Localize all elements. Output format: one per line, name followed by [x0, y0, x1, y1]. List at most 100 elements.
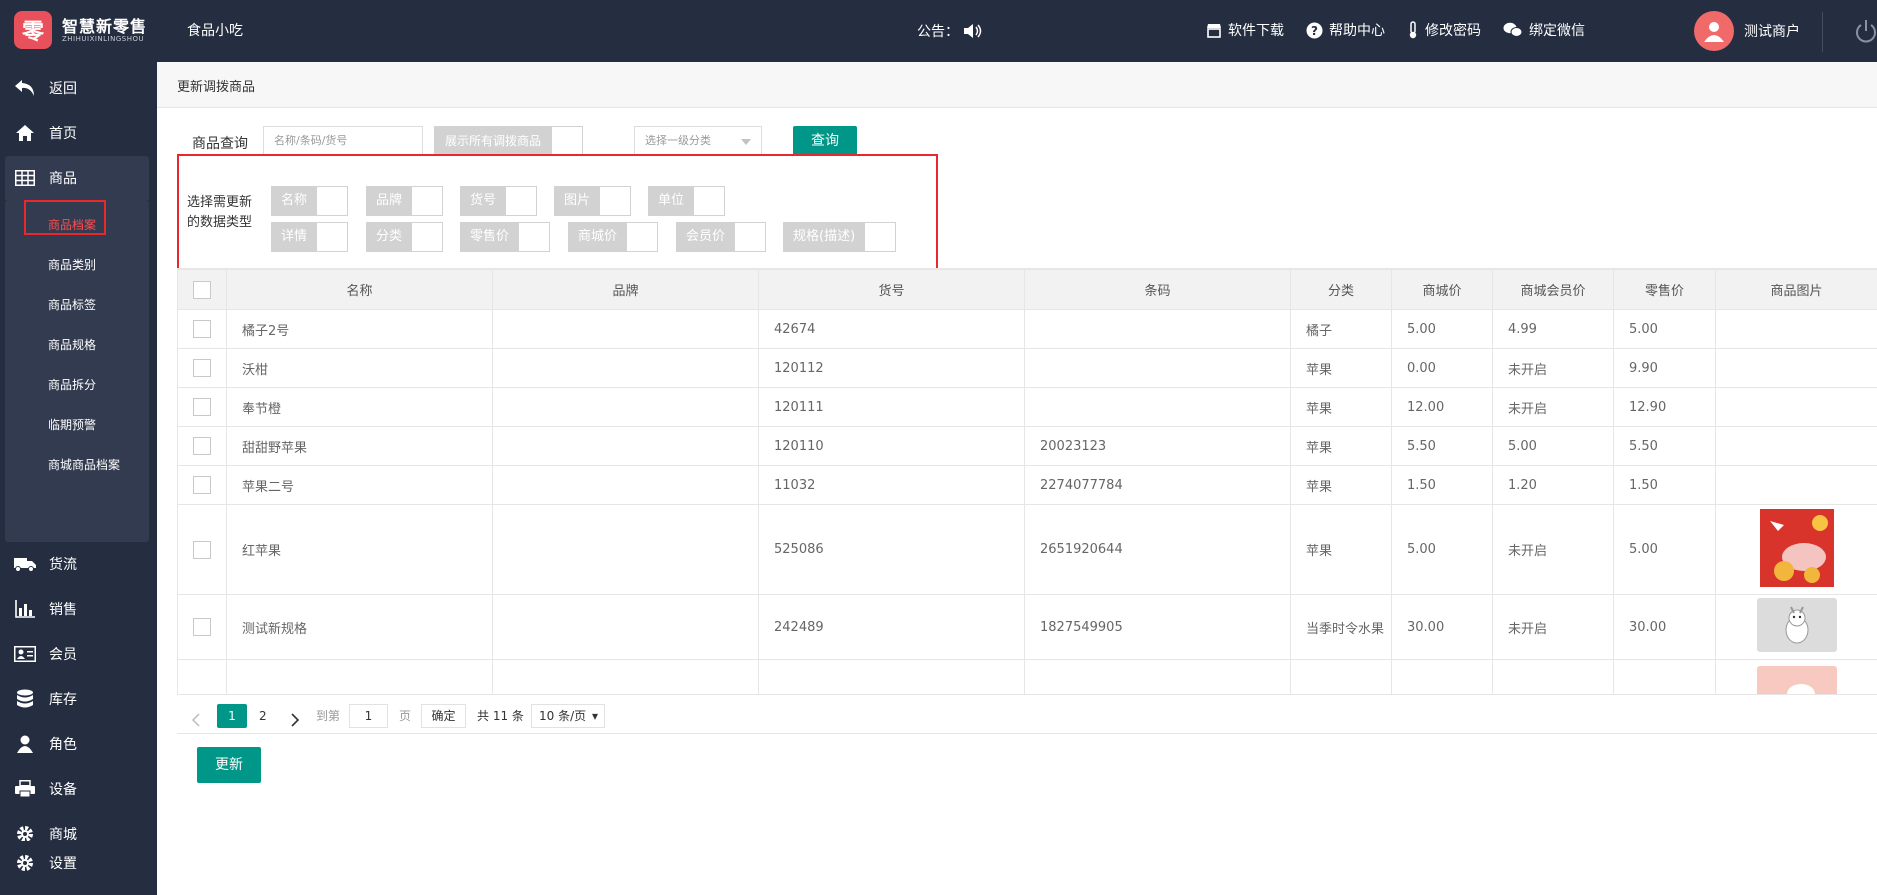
toggle-mall-price[interactable]: 商城价 — [568, 222, 659, 252]
toggle-spec[interactable]: 规格(描述) — [783, 222, 897, 252]
chevron-right-icon[interactable] — [290, 708, 300, 732]
top-link-change-password[interactable]: 修改密码 — [1407, 20, 1481, 40]
search-input[interactable]: 名称/条码/货号 — [263, 126, 423, 156]
row-checkbox-cell[interactable] — [177, 659, 227, 695]
cell-member-price: 未开启 — [1492, 348, 1614, 388]
divider — [1822, 12, 1823, 52]
sidebar-subitem-mall-archive[interactable]: 商城商品档案 — [5, 444, 149, 484]
row-checkbox[interactable] — [193, 320, 211, 338]
user-avatar[interactable] — [1694, 11, 1734, 51]
sidebar-item-inventory[interactable]: 库存 — [0, 677, 157, 721]
cell-image — [1715, 659, 1877, 695]
row-checkbox-cell[interactable] — [177, 426, 227, 466]
cell-name: 甜甜野苹果 — [226, 426, 493, 466]
cell-name: 苹果二号 — [226, 465, 493, 505]
toggle-sku[interactable]: 货号 — [460, 186, 538, 216]
sidebar-subitem-product-split[interactable]: 商品拆分 — [5, 364, 149, 404]
row-checkbox-cell[interactable] — [177, 348, 227, 388]
sidebar-subitem-product-tag[interactable]: 商品标签 — [5, 284, 149, 324]
row-checkbox-cell[interactable] — [177, 504, 227, 595]
row-checkbox-cell[interactable] — [177, 465, 227, 505]
update-button[interactable]: 更新 — [197, 747, 261, 783]
chevron-left-icon[interactable] — [191, 708, 201, 732]
column-header: 分类 — [1290, 269, 1392, 310]
show-all-toggle[interactable]: 展示所有调拨商品 — [434, 126, 584, 156]
row-checkbox-cell[interactable] — [177, 387, 227, 427]
top-link-help[interactable]: ? 帮助中心 — [1306, 20, 1385, 40]
row-checkbox[interactable] — [193, 540, 211, 559]
sidebar-subitem-expiry-warning[interactable]: 临期预警 — [5, 404, 149, 444]
product-thumbnail[interactable] — [1756, 598, 1837, 652]
page-title: 更新调拨商品 — [177, 80, 256, 95]
toggle-label: 会员价 — [676, 222, 736, 252]
goto-page-input[interactable]: 1 — [349, 704, 388, 728]
row-checkbox-cell[interactable] — [177, 594, 227, 660]
sidebar-item-home[interactable]: 首页 — [0, 111, 157, 155]
sidebar-item-settings[interactable]: 设置 — [0, 841, 157, 885]
row-checkbox-cell[interactable] — [177, 309, 227, 349]
row-checkbox[interactable] — [193, 437, 211, 455]
toggle-label: 零售价 — [460, 222, 520, 252]
page-current[interactable]: 1 — [217, 704, 247, 728]
search-button[interactable]: 查询 — [793, 126, 857, 156]
toggle-label: 名称 — [271, 186, 318, 216]
notice[interactable]: 公告： — [917, 21, 983, 41]
sidebar-subitem-product-spec[interactable]: 商品规格 — [5, 324, 149, 364]
sidebar-subitem-product-category[interactable]: 商品类别 — [5, 244, 149, 284]
sidebar-item-back[interactable]: 返回 — [0, 66, 157, 110]
top-link-download[interactable]: 软件下载 — [1206, 20, 1284, 40]
select-all-cell[interactable] — [177, 269, 227, 310]
row-checkbox[interactable] — [193, 618, 211, 636]
cell-barcode: 2651920644 — [1024, 504, 1291, 595]
cell-mall-price: 5.00 — [1391, 309, 1493, 349]
product-thumbnail[interactable] — [1756, 666, 1837, 695]
toggle-retail-price[interactable]: 零售价 — [460, 222, 551, 252]
table-row[interactable]: 奉节橙 120111 苹果 12.00 未开启 12.90 — [177, 387, 1877, 427]
toggle-brand[interactable]: 品牌 — [366, 186, 444, 216]
cell-name: 红苹果 — [226, 504, 493, 595]
sidebar-item-logistics[interactable]: 货流 — [0, 542, 157, 586]
page-2[interactable]: 2 — [259, 704, 267, 728]
sidebar-item-products[interactable]: 商品 — [5, 156, 149, 200]
cell-member-price: 4.99 — [1492, 309, 1614, 349]
table-row[interactable]: 沃柑 120112 苹果 0.00 未开启 9.90 — [177, 348, 1877, 388]
toggle-name[interactable]: 名称 — [271, 186, 349, 216]
sidebar-item-roles[interactable]: 角色 — [0, 722, 157, 766]
power-icon[interactable] — [1855, 18, 1877, 44]
cell-category: 苹果 — [1290, 348, 1392, 388]
sidebar-item-sales[interactable]: 销售 — [0, 587, 157, 631]
toggle-unit[interactable]: 单位 — [648, 186, 726, 216]
cell-retail-price: 5.00 — [1613, 504, 1716, 595]
top-link-bind-wechat[interactable]: 绑定微信 — [1503, 20, 1585, 40]
notice-label: 公告： — [917, 24, 959, 40]
page-size-select[interactable]: 10 条/页 ▾ — [531, 704, 605, 728]
cell-brand — [492, 387, 759, 427]
table-row[interactable]: 橘子2号 42674 橘子 5.00 4.99 5.00 — [177, 309, 1877, 349]
sidebar-item-devices[interactable]: 设备 — [0, 767, 157, 811]
product-thumbnail[interactable] — [1759, 508, 1834, 587]
sidebar-item-members[interactable]: 会员 — [0, 632, 157, 676]
cell-barcode: 20023123 — [1024, 426, 1291, 466]
row-checkbox[interactable] — [193, 476, 211, 494]
toggle-member-price[interactable]: 会员价 — [676, 222, 767, 252]
row-checkbox[interactable] — [193, 359, 211, 377]
settings-icon — [13, 852, 37, 874]
toggle-category[interactable]: 分类 — [366, 222, 444, 252]
cell-mall-price: 1.50 — [1391, 465, 1493, 505]
table-row[interactable]: 测试新规格 242489 1827549905 当季时令水果 30.00 未开启… — [177, 594, 1877, 660]
row-checkbox[interactable] — [193, 398, 211, 416]
table-row[interactable]: 甜甜野苹果 120110 20023123 苹果 5.50 5.00 5.50 — [177, 426, 1877, 466]
table-row[interactable]: 苹果二号 11032 2274077784 苹果 1.50 1.20 1.50 — [177, 465, 1877, 505]
goto-confirm-button[interactable]: 确定 — [421, 704, 466, 728]
user-name[interactable]: 测试商户 — [1744, 21, 1800, 41]
toggle-detail[interactable]: 详情 — [271, 222, 349, 252]
toggle-image[interactable]: 图片 — [554, 186, 632, 216]
table-row[interactable] — [177, 659, 1877, 695]
table-row[interactable]: 红苹果 525086 2651920644 苹果 5.00 未开启 5.00 — [177, 504, 1877, 595]
category-select[interactable]: 选择一级分类 — [634, 126, 762, 156]
thermometer-icon — [1409, 21, 1417, 39]
toggle-label: 单位 — [648, 186, 695, 216]
sidebar-bottom — [0, 885, 157, 895]
select-all-checkbox[interactable] — [193, 280, 211, 299]
cell-retail-price: 30.00 — [1613, 594, 1716, 660]
